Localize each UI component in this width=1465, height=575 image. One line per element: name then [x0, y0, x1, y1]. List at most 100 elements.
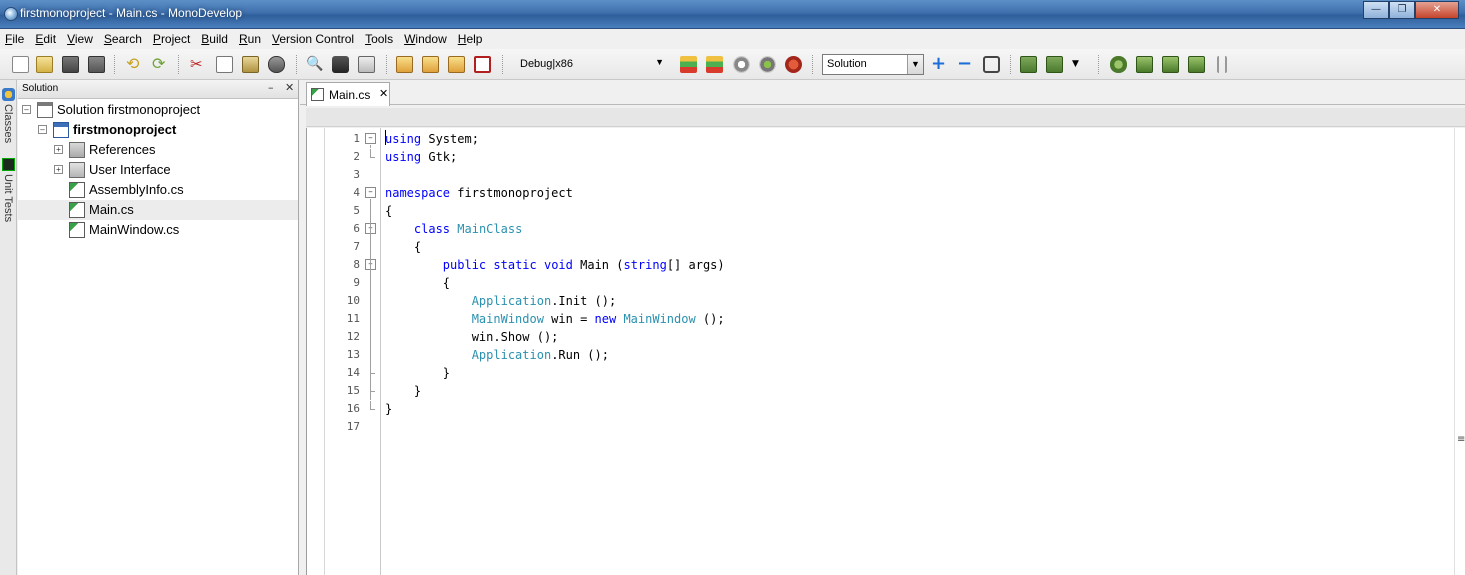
run-icon[interactable]	[733, 56, 750, 73]
align-left-icon[interactable]	[1136, 56, 1153, 73]
configuration-combo[interactable]: Debug|x86 ▼	[516, 54, 666, 75]
scrollbar-grip-icon[interactable]: ≡	[1457, 434, 1465, 445]
code-text: Gtk;	[421, 150, 458, 164]
toggle-bookmark-icon[interactable]	[396, 56, 413, 73]
menu-edit[interactable]: Edit	[35, 32, 61, 46]
copy-icon[interactable]	[216, 56, 233, 73]
collapse-icon[interactable]: –	[22, 105, 31, 114]
icon-margin[interactable]	[307, 128, 325, 575]
close-window-button[interactable]: ✕	[1415, 1, 1459, 19]
csharp-file-icon	[69, 182, 85, 198]
unit-tests-pad-tab[interactable]: Unit Tests	[0, 158, 17, 238]
tree-item-label: AssemblyInfo.cs	[89, 182, 184, 197]
code-editor[interactable]: 1 2 3 4 5 6 7 8 9 10 11 12 13 14 15 16 17– – – – using Syst…	[306, 128, 1465, 575]
previous-bookmark-icon[interactable]	[422, 56, 439, 73]
save-icon[interactable]	[62, 56, 79, 73]
code-line[interactable]: using Gtk;	[385, 148, 457, 166]
pad-close-button[interactable]: ✕	[285, 81, 294, 94]
close-tab-icon[interactable]: ✕	[379, 87, 388, 100]
tree-item-mainwindow[interactable]: MainWindow.cs	[18, 220, 298, 240]
code-line[interactable]: namespace firstmonoproject	[385, 184, 573, 202]
cut-icon[interactable]: ✂	[190, 56, 207, 73]
code-line[interactable]: {	[385, 238, 421, 256]
align-icon[interactable]	[1110, 56, 1127, 73]
tree-item-solution[interactable]: – Solution firstmonoproject	[18, 100, 298, 120]
code-line[interactable]: win.Show ();	[385, 328, 559, 346]
chevron-down-icon[interactable]: ▼	[1072, 56, 1089, 73]
maximize-button[interactable]: ❐	[1389, 1, 1415, 19]
find-in-files-icon[interactable]	[332, 56, 349, 73]
menu-help[interactable]: Help	[458, 32, 488, 46]
code-keyword: string	[623, 258, 667, 272]
tree-item-main-cs[interactable]: Main.cs	[18, 200, 298, 220]
code-line[interactable]: {	[385, 202, 392, 220]
menu-view[interactable]: View	[67, 32, 98, 46]
save-all-icon[interactable]	[88, 56, 105, 73]
debug-icon[interactable]	[759, 56, 776, 73]
code-line[interactable]: {	[385, 274, 450, 292]
vertical-scrollbar[interactable]: ≡	[1454, 128, 1465, 575]
tree-item-assemblyinfo[interactable]: AssemblyInfo.cs	[18, 180, 298, 200]
layout-options-icon[interactable]	[1046, 56, 1063, 73]
replace-icon[interactable]	[358, 56, 375, 73]
menu-version-control[interactable]: Version Control	[272, 32, 359, 46]
paste-icon[interactable]	[242, 56, 259, 73]
line-number: 3	[353, 168, 360, 181]
undo-icon[interactable]: ⟲	[126, 56, 143, 73]
tab-main-cs[interactable]: Main.cs ✕	[306, 82, 390, 106]
tree-item-references[interactable]: + References	[18, 140, 298, 160]
search-scope-combo[interactable]: Solution ▼	[822, 54, 924, 75]
layout-icon[interactable]	[1020, 56, 1037, 73]
code-line[interactable]: }	[385, 382, 421, 400]
chevron-down-icon[interactable]: ▼	[907, 55, 923, 74]
clear-bookmarks-icon[interactable]	[474, 56, 491, 73]
code-line[interactable]: }	[385, 400, 392, 418]
distribute-icon[interactable]	[1217, 56, 1227, 73]
zoom-in-icon[interactable]: +	[931, 55, 948, 73]
fold-toggle-icon[interactable]: –	[365, 187, 376, 198]
title-bar: firstmonoproject - Main.cs - MonoDevelop…	[0, 0, 1465, 29]
align-right-icon[interactable]	[1188, 56, 1205, 73]
new-file-icon[interactable]	[12, 56, 29, 73]
code-line[interactable]: class MainClass	[385, 220, 522, 238]
menu-file[interactable]: File	[5, 32, 29, 46]
code-line[interactable]: Application.Init ();	[385, 292, 617, 310]
code-keyword: namespace	[385, 186, 451, 200]
build-icon[interactable]	[680, 56, 697, 73]
line-number: 13	[346, 348, 360, 361]
open-folder-icon[interactable]	[36, 56, 53, 73]
code-line[interactable]: public static void Main (string[] args)	[385, 256, 725, 274]
code-line[interactable]: using System;	[385, 130, 479, 148]
menu-run[interactable]: Run	[239, 32, 266, 46]
zoom-out-icon[interactable]: −	[957, 55, 974, 73]
redo-icon[interactable]: ⟳	[152, 56, 169, 73]
code-line[interactable]: }	[385, 364, 450, 382]
code-line[interactable]: MainWindow win = new MainWindow ();	[385, 310, 725, 328]
rebuild-icon[interactable]	[706, 56, 723, 73]
classes-pad-tab[interactable]: Classes	[0, 88, 17, 158]
tree-item-project[interactable]: – firstmonoproject	[18, 120, 298, 140]
pad-minimize-button[interactable]: –	[268, 81, 274, 94]
fold-toggle-icon[interactable]: –	[365, 133, 376, 144]
menu-tools[interactable]: Tools	[365, 32, 398, 46]
menu-build[interactable]: Build	[201, 32, 233, 46]
fold-end-marker	[370, 365, 375, 374]
delete-icon[interactable]	[268, 56, 285, 73]
align-center-icon[interactable]	[1162, 56, 1179, 73]
menu-window[interactable]: Window	[404, 32, 452, 46]
stop-icon[interactable]	[785, 56, 802, 73]
fit-view-icon[interactable]	[983, 56, 1000, 73]
menu-project[interactable]: Project	[153, 32, 195, 46]
collapse-icon[interactable]: –	[38, 125, 47, 134]
chevron-down-icon[interactable]: ▼	[655, 57, 664, 67]
find-icon[interactable]: 🔍	[306, 56, 323, 73]
tree-item-user-interface[interactable]: + User Interface	[18, 160, 298, 180]
code-line[interactable]: Application.Run ();	[385, 346, 609, 364]
expand-icon[interactable]: +	[54, 145, 63, 154]
next-bookmark-icon[interactable]	[448, 56, 465, 73]
expand-icon[interactable]: +	[54, 165, 63, 174]
configuration-value: Debug|x86	[520, 58, 574, 70]
menu-search[interactable]: Search	[104, 32, 147, 46]
minimize-button[interactable]: —	[1363, 1, 1389, 19]
unit-tests-tab-label: Unit Tests	[2, 174, 14, 223]
